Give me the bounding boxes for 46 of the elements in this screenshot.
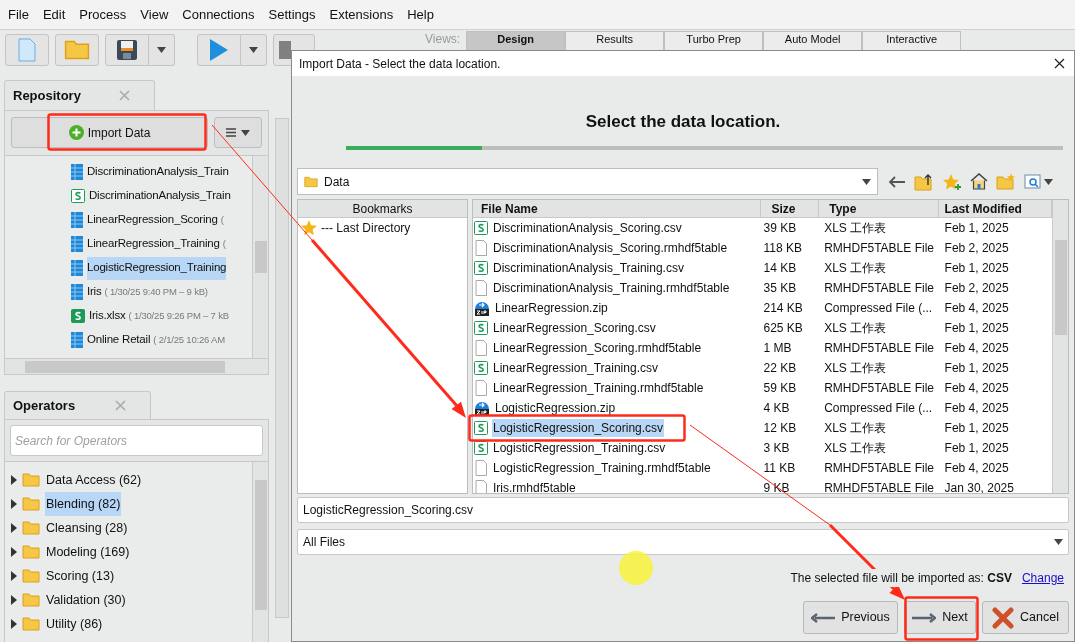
views-label: Views: bbox=[425, 32, 461, 46]
table-cell-text: Feb 4, 2025 bbox=[943, 460, 1010, 477]
table-cell-text: 625 KB bbox=[762, 320, 804, 337]
table-cell-text: Feb 1, 2025 bbox=[943, 220, 1010, 237]
table-cell-text: 3 KB bbox=[762, 440, 791, 457]
table-cell-text: 118 KB bbox=[762, 240, 803, 257]
panel-title: Operators bbox=[13, 396, 76, 415]
table-cell-text: 59 KB bbox=[762, 380, 798, 397]
table-cell-text: XLS 工作表 bbox=[823, 360, 888, 377]
import-format-text: The selected file will be imported as: CSV bbox=[790, 569, 1012, 587]
table-cell-text: RMHDF5TABLE File bbox=[823, 480, 935, 493]
table-cell-text: 14 KB bbox=[762, 260, 798, 277]
table-cell-text: 4 KB bbox=[762, 400, 791, 417]
table-cell-text: 35 KB bbox=[762, 280, 798, 297]
table-cell-text: RMHDF5TABLE File bbox=[823, 460, 935, 477]
table-cell-text: 39 KB bbox=[762, 220, 798, 237]
table-cell-text: RMHDF5TABLE File bbox=[823, 240, 935, 257]
table-cell-text: Jan 30, 2025 bbox=[943, 480, 1015, 493]
table-cell-text: Feb 1, 2025 bbox=[943, 420, 1010, 437]
table-cell-text: Feb 2, 2025 bbox=[943, 240, 1010, 257]
table-cell-text: Feb 1, 2025 bbox=[943, 260, 1010, 277]
table-cell-text: Feb 4, 2025 bbox=[943, 300, 1010, 317]
table-cell-text: Feb 4, 2025 bbox=[943, 400, 1010, 417]
table-cell-text: XLS 工作表 bbox=[823, 260, 888, 277]
table-cell-text: Feb 4, 2025 bbox=[943, 340, 1010, 357]
table-cell-text: Compressed File (... bbox=[823, 300, 934, 317]
table-cell-text: 22 KB bbox=[762, 360, 798, 377]
table-cell-text: 12 KB bbox=[762, 420, 798, 437]
table-cell-text: Feb 2, 2025 bbox=[943, 280, 1010, 297]
table-cell-text: 11 KB bbox=[762, 460, 797, 477]
step-heading: Select the data location. bbox=[585, 110, 781, 133]
panel-title: Repository bbox=[13, 86, 81, 105]
table-cell-text: Feb 1, 2025 bbox=[943, 440, 1010, 457]
table-cell-text: XLS 工作表 bbox=[823, 320, 888, 337]
table-cell-text: XLS 工作表 bbox=[823, 440, 888, 457]
table-cell-text: XLS 工作表 bbox=[823, 420, 888, 437]
table-cell-text: Feb 1, 2025 bbox=[943, 320, 1010, 337]
table-cell-text: Feb 1, 2025 bbox=[943, 360, 1010, 377]
table-cell-text: 1 MB bbox=[762, 340, 793, 357]
table-cell-text: RMHDF5TABLE File bbox=[823, 380, 935, 397]
table-cell-text: RMHDF5TABLE File bbox=[823, 340, 935, 357]
table-cell-text: XLS 工作表 bbox=[823, 220, 888, 237]
table-cell-text: 214 KB bbox=[762, 300, 804, 317]
table-cell-text: Feb 4, 2025 bbox=[943, 380, 1010, 397]
table-cell-text: Compressed File (... bbox=[823, 400, 934, 417]
table-cell-text: RMHDF5TABLE File bbox=[823, 280, 935, 297]
